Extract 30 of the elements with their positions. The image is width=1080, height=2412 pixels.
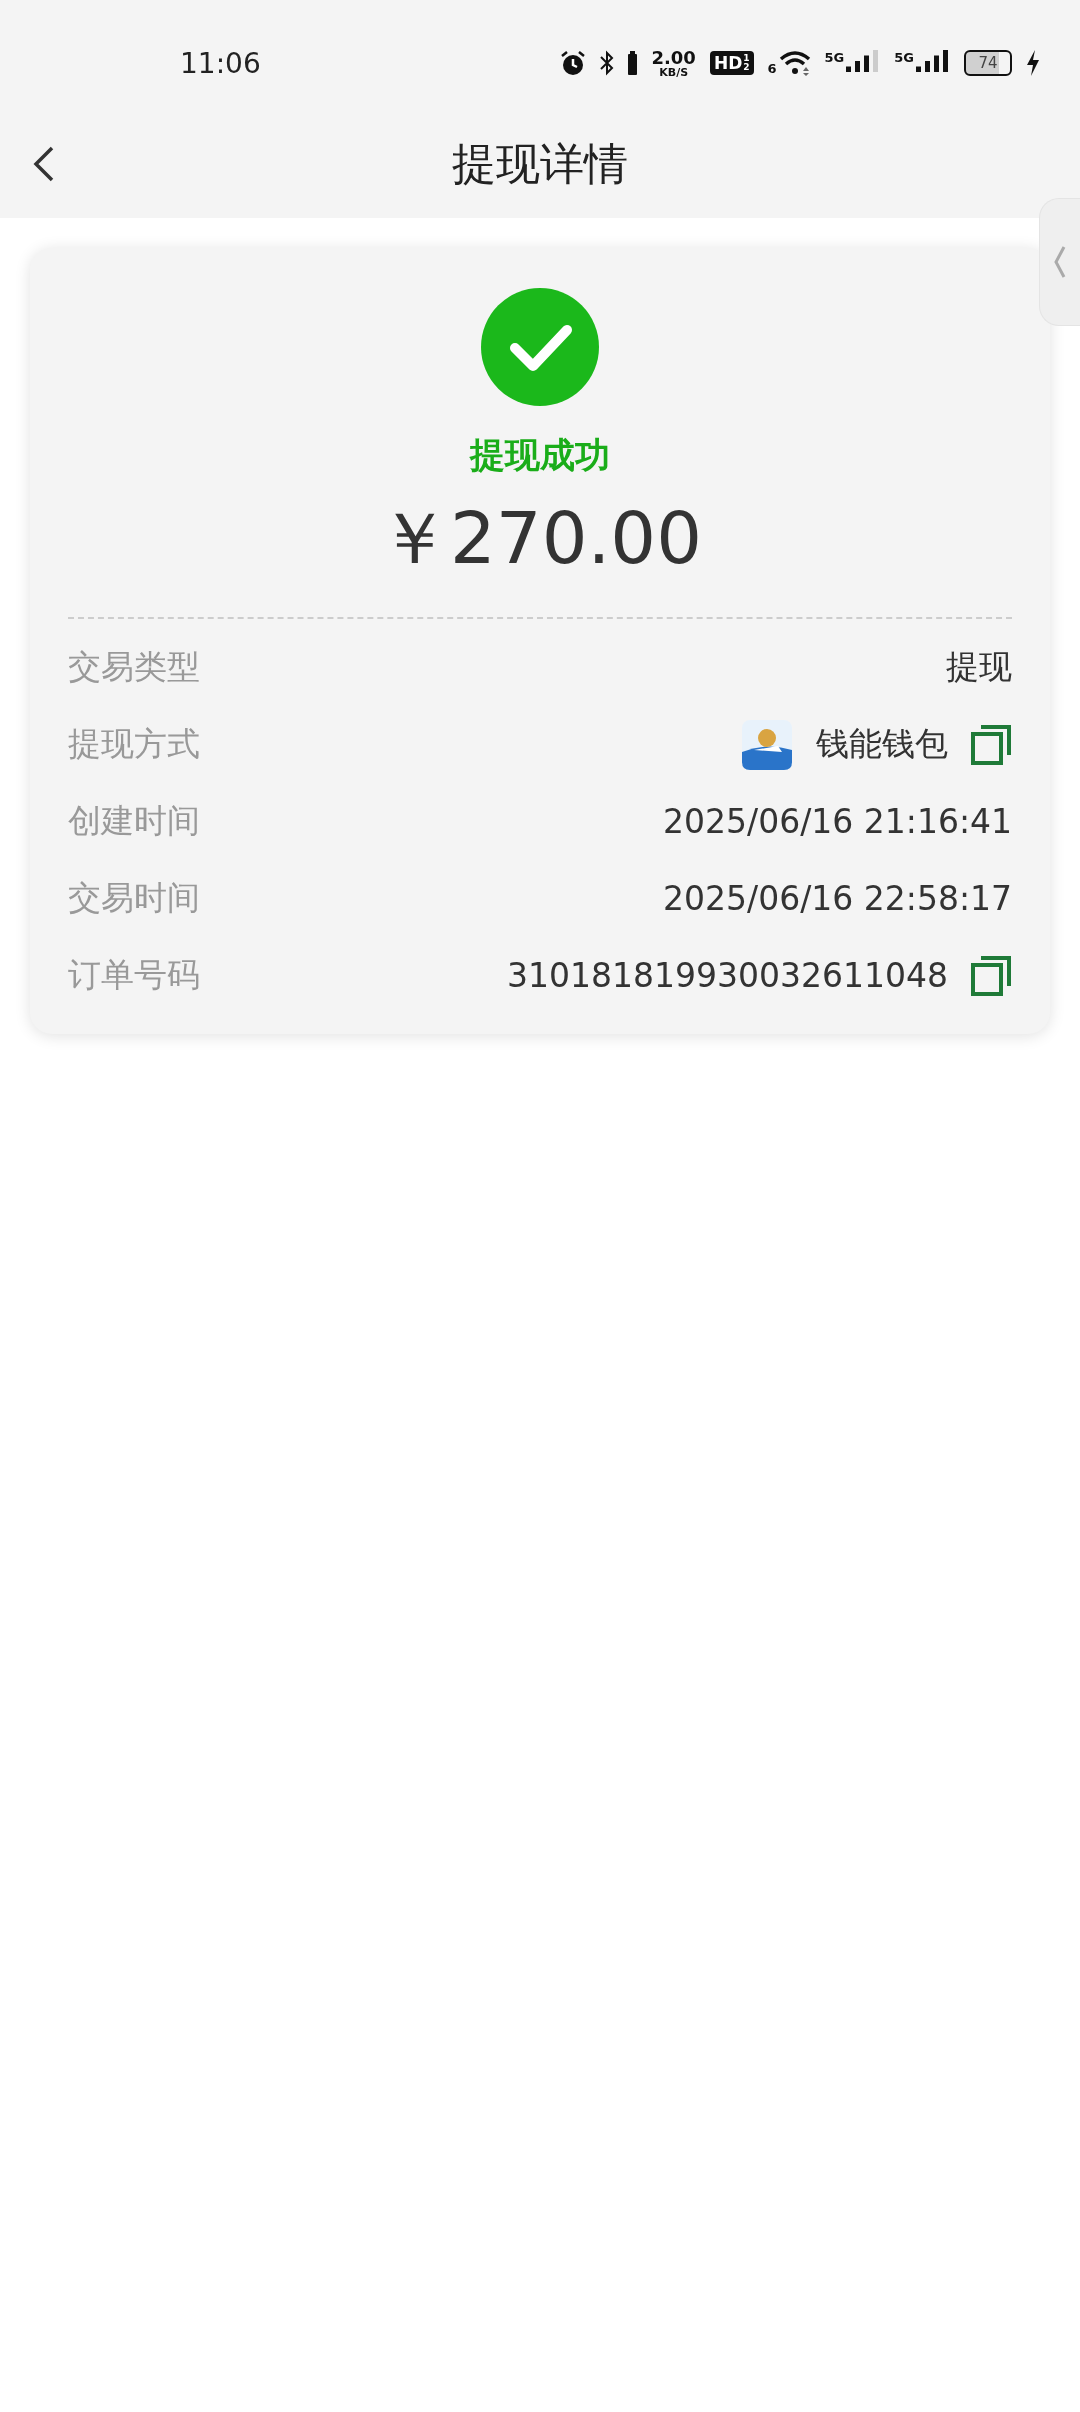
row-label: 交易时间	[68, 877, 200, 919]
alarm-clock-icon	[560, 50, 587, 76]
copy-icon	[970, 954, 1012, 997]
copy-button[interactable]	[970, 954, 1012, 997]
row-label: 订单号码	[68, 954, 200, 996]
row-value: 310181819930032611048	[507, 956, 948, 995]
network-type: 5G	[824, 50, 845, 65]
row-value: 提现	[946, 646, 1012, 688]
battery-small-icon	[628, 51, 638, 75]
row-value: 2025/06/16 21:16:41	[663, 802, 1012, 841]
bluetooth-icon	[600, 50, 615, 76]
row-value: 钱能钱包	[816, 723, 948, 765]
network-type: 5G	[894, 50, 914, 65]
copy-button[interactable]	[970, 723, 1012, 766]
page-title: 提现详情	[452, 136, 628, 191]
row-value: 2025/06/16 22:58:17	[663, 879, 1012, 918]
side-drawer-handle[interactable]	[1039, 198, 1080, 326]
battery-icon: 74	[964, 50, 1012, 76]
network-speed-unit: KB/S	[659, 66, 689, 78]
status-time: 11:06	[180, 46, 261, 80]
app-logo-icon	[742, 719, 792, 770]
copy-icon	[970, 723, 1012, 766]
wifi-icon	[778, 50, 811, 76]
row-label: 创建时间	[68, 800, 200, 842]
network-speed: 2.00	[651, 48, 696, 67]
row-label: 交易类型	[68, 646, 200, 688]
row-label: 提现方式	[68, 723, 200, 765]
wifi-standard: 6	[767, 61, 777, 76]
amount: ￥270.00	[378, 495, 702, 582]
status-text: 提现成功	[470, 434, 610, 477]
